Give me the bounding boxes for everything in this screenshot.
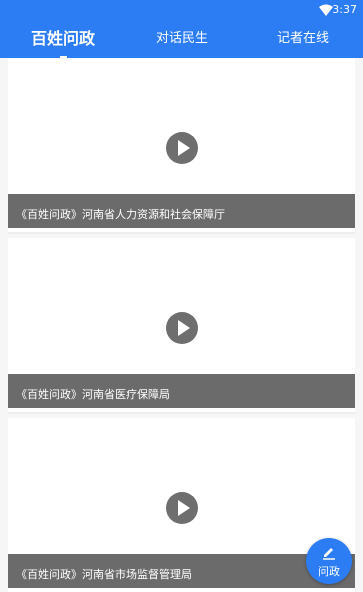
wifi-icon xyxy=(319,4,333,16)
edit-icon xyxy=(323,548,335,560)
video-title: 《百姓问政》河南省医疗保障局 xyxy=(16,388,170,401)
video-title: 《百姓问政》河南省市场监督管理局 xyxy=(16,568,192,581)
status-bar: 3:37 xyxy=(0,0,363,20)
tab-baixing-wenzheng[interactable]: 百姓问政 xyxy=(22,20,104,58)
video-card[interactable]: 《百姓问政》河南省人力资源和社会保障厅 xyxy=(8,58,355,232)
video-caption-bar: 《百姓问政》河南省医疗保障局 xyxy=(8,374,355,408)
play-icon[interactable] xyxy=(166,132,198,164)
play-triangle xyxy=(178,140,190,156)
video-caption-bar: 《百姓问政》河南省人力资源和社会保障厅 xyxy=(8,194,355,228)
tab-duihua-minsheng[interactable]: 对话民生 xyxy=(144,20,220,58)
wenzheng-fab-button[interactable]: 问政 xyxy=(306,538,352,584)
fab-label: 问政 xyxy=(318,565,340,578)
video-caption-bar: 《百姓问政》河南省市场监督管理局 xyxy=(8,554,355,588)
play-icon[interactable] xyxy=(166,312,198,344)
play-icon[interactable] xyxy=(166,492,198,524)
play-triangle xyxy=(178,320,190,336)
top-tab-bar: 百姓问政 对话民生 记者在线 xyxy=(0,20,363,58)
tab-jizhe-zaixian[interactable]: 记者在线 xyxy=(270,20,336,58)
play-triangle xyxy=(178,500,190,516)
video-title: 《百姓问政》河南省人力资源和社会保障厅 xyxy=(16,208,225,221)
video-card[interactable]: 《百姓问政》河南省医疗保障局 xyxy=(8,238,355,412)
video-card[interactable]: 《百姓问政》河南省市场监督管理局 xyxy=(8,418,355,592)
status-time: 3:37 xyxy=(332,3,357,16)
